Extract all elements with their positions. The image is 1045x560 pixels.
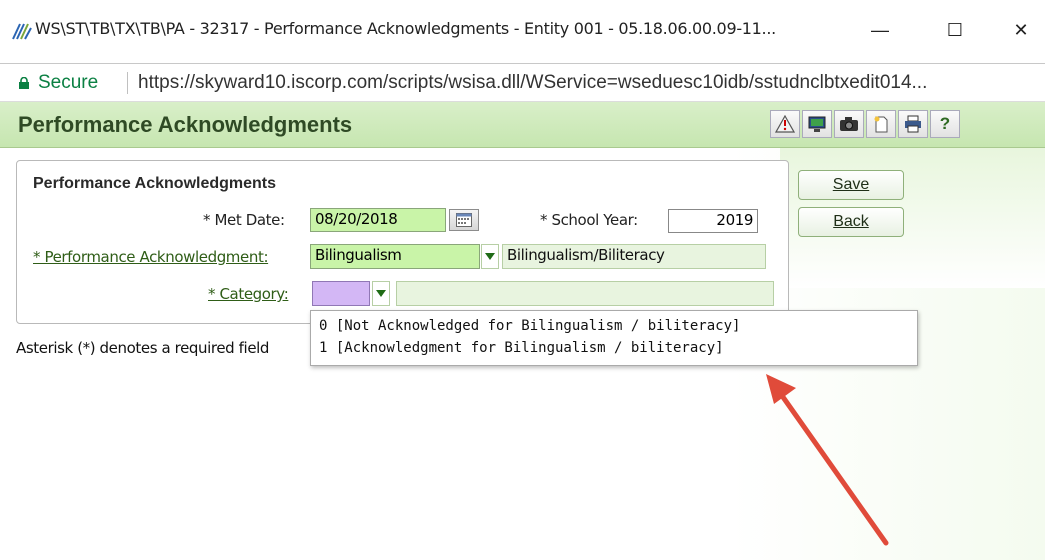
- monitor-icon: [808, 116, 826, 132]
- help-button[interactable]: ?: [930, 110, 960, 138]
- toolbar: ?: [770, 110, 962, 138]
- dropdown-option[interactable]: 1 [Acknowledgment for Bilingualism / bil…: [319, 340, 724, 356]
- annotation-arrow: [766, 374, 889, 546]
- save-button[interactable]: Save: [798, 170, 904, 200]
- category-input[interactable]: [312, 281, 370, 306]
- met-date-label: * Met Date:: [203, 211, 285, 229]
- category-description: [396, 281, 774, 306]
- window-titlebar: WS\ST\TB\TX\TB\PA - 32317 - Performance …: [0, 0, 1045, 64]
- school-year-label: * School Year:: [540, 211, 638, 229]
- lock-icon: [19, 77, 29, 89]
- window-title: WS\ST\TB\TX\TB\PA - 32317 - Performance …: [35, 19, 776, 38]
- alert-icon: [775, 115, 795, 133]
- calendar-icon: [456, 213, 472, 227]
- met-date-input[interactable]: 08/20/2018: [310, 208, 446, 232]
- performance-ack-dropdown-button[interactable]: [481, 244, 499, 269]
- monitor-button[interactable]: [802, 110, 832, 138]
- back-button-label: Back: [833, 213, 869, 230]
- dropdown-option[interactable]: 0 [Not Acknowledged for Bilingualism / b…: [319, 318, 740, 334]
- camera-icon: [840, 117, 858, 131]
- page-header: Performance Acknowledgments ?: [0, 102, 1045, 148]
- page-title: Performance Acknowledgments: [18, 112, 353, 137]
- calendar-button[interactable]: [449, 209, 479, 231]
- chevron-down-icon: [485, 253, 495, 260]
- panel-title: Performance Acknowledgments: [33, 175, 277, 192]
- required-note: Asterisk (*) denotes a required field: [16, 339, 270, 357]
- url-text[interactable]: https://skyward10.iscorp.com/scripts/wsi…: [138, 72, 927, 94]
- category-dropdown-button[interactable]: [372, 281, 390, 306]
- secure-label: Secure: [38, 72, 99, 93]
- performance-ack-label[interactable]: * Performance Acknowledgment:: [33, 248, 269, 266]
- minimize-button[interactable]: —: [857, 12, 903, 48]
- school-year-input[interactable]: 2019: [668, 209, 758, 233]
- new-document-icon: [874, 116, 888, 133]
- help-icon: ?: [939, 114, 951, 133]
- alert-button[interactable]: [770, 110, 800, 138]
- close-button[interactable]: ✕: [998, 12, 1044, 48]
- close-icon: ✕: [1013, 19, 1029, 40]
- back-button[interactable]: Back: [798, 207, 904, 237]
- new-document-button[interactable]: [866, 110, 896, 138]
- skyward-app-icon: [12, 23, 32, 40]
- minimize-icon: —: [871, 19, 889, 40]
- performance-ack-input[interactable]: Bilingualism: [310, 244, 480, 269]
- maximize-icon: ☐: [946, 19, 964, 40]
- address-separator: [127, 72, 128, 94]
- category-dropdown-list[interactable]: 0 [Not Acknowledged for Bilingualism / b…: [310, 310, 918, 366]
- maximize-button[interactable]: ☐: [932, 12, 978, 48]
- print-button[interactable]: [898, 110, 928, 138]
- performance-ack-description: Bilingualism/Biliteracy: [502, 244, 766, 269]
- address-bar[interactable]: Secure https://skyward10.iscorp.com/scri…: [0, 64, 1045, 102]
- save-button-label: Save: [832, 176, 870, 193]
- category-label[interactable]: * Category:: [208, 285, 289, 303]
- chevron-down-icon: [376, 290, 386, 297]
- camera-button[interactable]: [834, 110, 864, 138]
- print-icon: [905, 115, 921, 133]
